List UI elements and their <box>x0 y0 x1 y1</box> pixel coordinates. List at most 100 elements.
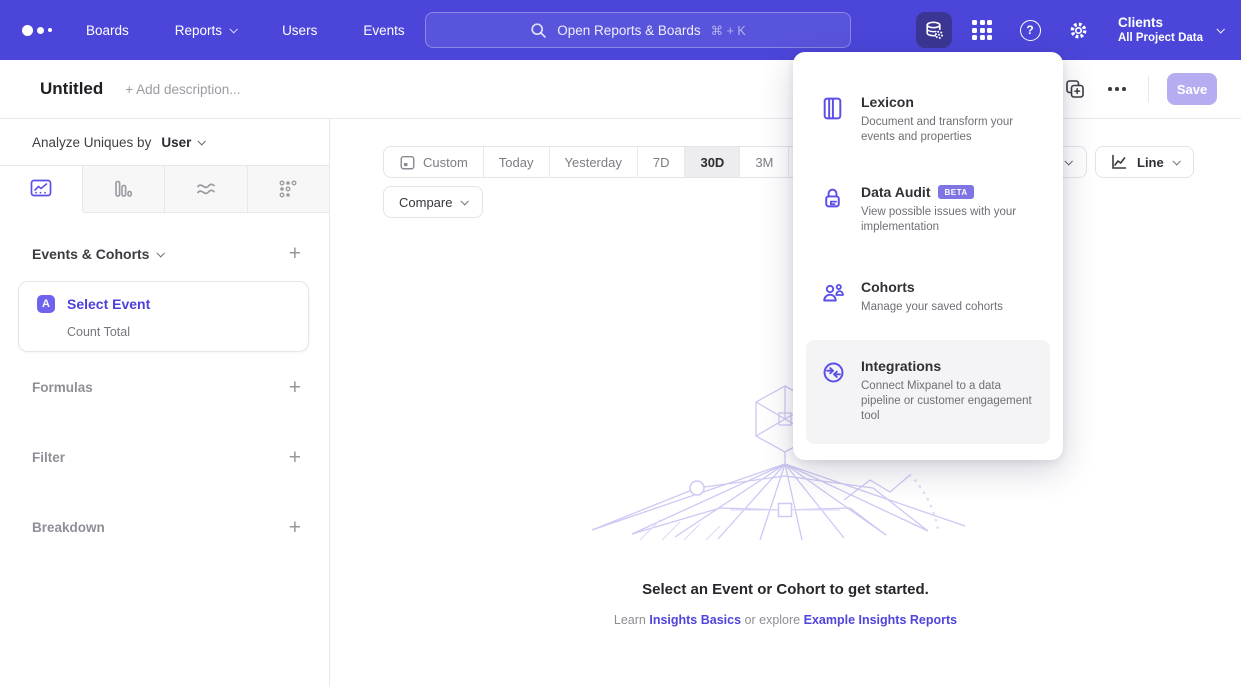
lexicon-icon <box>821 94 845 145</box>
chevron-down-icon <box>157 249 165 257</box>
help-icon: ? <box>1020 20 1041 41</box>
formulas-label: Formulas <box>32 380 93 395</box>
line-chart-icon <box>30 179 52 199</box>
tab-metric[interactable] <box>248 166 330 212</box>
analyze-label: Analyze Uniques by <box>32 135 151 150</box>
menu-item-integrations[interactable]: Integrations Connect Mixpanel to a data … <box>806 340 1050 444</box>
date-range-label: 3M <box>755 155 773 170</box>
menu-item-title: Integrations <box>861 358 941 374</box>
menu-item-description: Manage your saved cohorts <box>861 300 1043 315</box>
date-range-label: Today <box>499 155 534 170</box>
grid-icon <box>972 20 992 40</box>
project-name: All Project Data <box>1118 31 1203 46</box>
add-event-button[interactable]: + <box>289 243 301 264</box>
filter-label: Filter <box>32 450 65 465</box>
formulas-section: Formulas + <box>32 377 301 398</box>
data-audit-icon <box>821 184 845 235</box>
nav-item-boards[interactable]: Boards <box>86 23 129 38</box>
chevron-down-icon <box>1172 157 1180 165</box>
nav-item-label: Events <box>363 23 404 38</box>
metric-dots-icon <box>278 179 298 199</box>
primary-nav: Boards Reports Users Events <box>86 23 405 38</box>
menu-item-title: Cohorts <box>861 279 915 295</box>
nav-item-events[interactable]: Events <box>363 23 404 38</box>
menu-item-description: Document and transform your events and p… <box>861 115 1043 145</box>
data-management-menu: Lexicon Document and transform your even… <box>793 52 1063 460</box>
report-canvas: Custom Today Yesterday 7D 30D 3M 6M Comp… <box>330 119 1241 687</box>
query-builder-sidebar: Analyze Uniques by User <box>0 119 330 687</box>
nav-item-label: Reports <box>175 23 222 38</box>
menu-item-description: Connect Mixpanel to a data pipeline or c… <box>861 379 1043 424</box>
learn-prefix: Learn <box>614 613 646 627</box>
date-range-30d[interactable]: 30D <box>685 147 740 177</box>
divider <box>1148 76 1149 102</box>
analyze-value: User <box>161 135 191 150</box>
nav-item-reports[interactable]: Reports <box>175 23 236 38</box>
tab-flow-chart[interactable] <box>165 166 248 212</box>
events-cohorts-dropdown[interactable]: Events & Cohorts <box>32 246 163 262</box>
breakdown-section: Breakdown + <box>32 517 301 538</box>
navbar-right-actions: ? Clients All Project Data <box>916 0 1223 60</box>
menu-item-description: View possible issues with your implement… <box>861 205 1043 235</box>
org-name: Clients <box>1118 14 1203 32</box>
count-total-dropdown[interactable]: Count Total <box>67 325 130 339</box>
insights-basics-link[interactable]: Insights Basics <box>649 613 741 627</box>
chevron-down-icon <box>230 25 238 33</box>
integrations-icon <box>821 352 845 432</box>
chart-type-button[interactable]: Line <box>1095 146 1194 178</box>
menu-item-data-audit[interactable]: Data Audit BETA View possible issues wit… <box>806 172 1050 247</box>
empty-state-links: Learn Insights Basics or explore Example… <box>330 613 1241 627</box>
or-explore-text: or explore <box>745 613 801 627</box>
save-button[interactable]: Save <box>1167 73 1217 105</box>
more-options-icon[interactable] <box>1104 83 1130 95</box>
data-management-button[interactable] <box>916 12 952 48</box>
project-selector[interactable]: Clients All Project Data <box>1118 14 1223 46</box>
date-range-more-chevron[interactable] <box>1064 157 1072 165</box>
beta-badge: BETA <box>938 185 973 199</box>
chart-type-tabs <box>0 165 329 213</box>
chevron-down-icon <box>198 137 206 145</box>
settings-button[interactable] <box>1060 12 1096 48</box>
date-range-7d[interactable]: 7D <box>638 147 686 177</box>
add-filter-button[interactable]: + <box>289 447 301 468</box>
report-actions: Save <box>1064 73 1217 105</box>
duplicate-icon[interactable] <box>1064 78 1086 100</box>
chevron-down-icon <box>1216 25 1224 33</box>
help-glyph: ? <box>1026 23 1033 37</box>
gear-icon <box>1067 19 1090 42</box>
add-description-field[interactable]: + Add description... <box>125 82 240 97</box>
filter-section: Filter + <box>32 447 301 468</box>
compare-button[interactable]: Compare <box>383 186 483 218</box>
example-insights-reports-link[interactable]: Example Insights Reports <box>804 613 958 627</box>
line-chart-icon <box>1110 153 1128 171</box>
date-range-3m[interactable]: 3M <box>740 147 789 177</box>
date-range-label: 30D <box>700 155 724 170</box>
chevron-down-icon <box>461 197 469 205</box>
date-range-yesterday[interactable]: Yesterday <box>550 147 638 177</box>
menu-item-cohorts[interactable]: Cohorts Manage your saved cohorts <box>806 267 1050 327</box>
select-event-link[interactable]: Select Event <box>67 296 150 312</box>
global-search-input[interactable]: Open Reports & Boards ⌘ + K <box>425 12 851 48</box>
add-breakdown-button[interactable]: + <box>289 517 301 538</box>
event-card[interactable]: A Select Event Count Total <box>18 281 309 352</box>
tab-line-chart[interactable] <box>0 166 83 212</box>
calendar-icon <box>399 154 416 171</box>
report-title[interactable]: Untitled <box>40 79 103 99</box>
analyze-by-dropdown[interactable]: User <box>161 135 204 150</box>
breakdown-label: Breakdown <box>32 520 105 535</box>
database-gear-icon <box>924 20 945 41</box>
date-range-custom[interactable]: Custom <box>384 147 484 177</box>
date-range-label: 7D <box>653 155 670 170</box>
date-range-today[interactable]: Today <box>484 147 550 177</box>
event-badge: A <box>37 295 55 313</box>
apps-grid-button[interactable] <box>964 12 1000 48</box>
tab-bar-chart[interactable] <box>83 166 166 212</box>
nav-item-label: Boards <box>86 23 129 38</box>
add-formula-button[interactable]: + <box>289 377 301 398</box>
mixpanel-logo-icon[interactable] <box>22 25 62 36</box>
nav-item-users[interactable]: Users <box>282 23 317 38</box>
menu-item-title: Data Audit <box>861 184 930 200</box>
menu-item-lexicon[interactable]: Lexicon Document and transform your even… <box>806 82 1050 157</box>
events-cohorts-header: Events & Cohorts + <box>32 243 301 264</box>
help-button[interactable]: ? <box>1012 12 1048 48</box>
